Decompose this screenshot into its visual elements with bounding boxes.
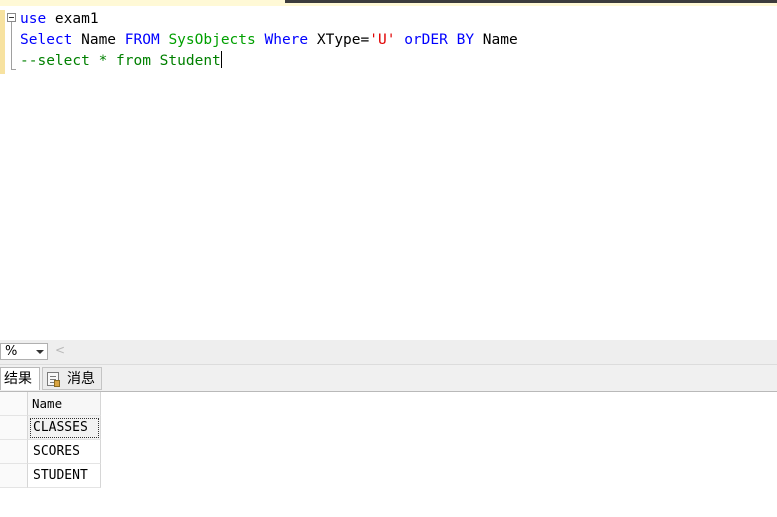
row-header[interactable] [0, 416, 28, 440]
scroll-left-icon[interactable]: < [55, 343, 65, 357]
code-token: Name [474, 32, 518, 48]
code-token: = [360, 32, 370, 48]
tab-messages[interactable]: 消息 [42, 367, 102, 390]
code-line[interactable]: use exam1 [20, 9, 99, 29]
code-token: Where [264, 32, 309, 48]
row-header[interactable] [0, 464, 28, 488]
code-token: 'U' [369, 32, 396, 48]
row-header[interactable] [0, 440, 28, 464]
zoom-value: % [5, 344, 18, 359]
table-cell[interactable]: STUDENT [28, 464, 101, 488]
zoom-bar: % < [0, 340, 777, 365]
collapse-minus-icon[interactable] [7, 13, 16, 22]
result-tabs: 结果 消息 [0, 365, 777, 392]
code-token: Name [72, 32, 125, 48]
code-token: BY [456, 32, 475, 48]
messages-icon [47, 372, 60, 387]
code-token: XType [308, 32, 361, 48]
code-token: --select * from Student [20, 53, 221, 69]
fold-guide-end [11, 69, 16, 70]
table-cell[interactable]: SCORES [28, 440, 101, 464]
table-cell[interactable]: CLASSES [28, 416, 101, 440]
code-token: exam1 [46, 11, 99, 27]
changed-lines-marker [0, 10, 5, 74]
window-top-bar [285, 0, 777, 3]
code-token: SysObjects [168, 32, 256, 48]
sql-editor[interactable]: use exam1 Select Name FROM SysObjects Whe… [0, 6, 777, 340]
text-caret [220, 51, 222, 68]
chevron-down-icon [36, 350, 44, 354]
code-token: FROM [124, 32, 160, 48]
corner-cell[interactable] [0, 392, 28, 416]
code-token: Select [20, 32, 73, 48]
tab-results-label: 结果 [4, 371, 32, 387]
code-line[interactable]: --select * from Student [20, 51, 222, 71]
code-line[interactable]: Select Name FROM SysObjects Where XType=… [20, 30, 518, 50]
column-header-name[interactable]: Name [28, 392, 101, 416]
tab-results[interactable]: 结果 [0, 367, 40, 390]
zoom-dropdown[interactable]: % [0, 343, 48, 360]
fold-guide [11, 22, 12, 70]
code-token: orDER [404, 32, 448, 48]
code-token: use [20, 11, 47, 27]
tab-messages-label: 消息 [67, 371, 95, 387]
